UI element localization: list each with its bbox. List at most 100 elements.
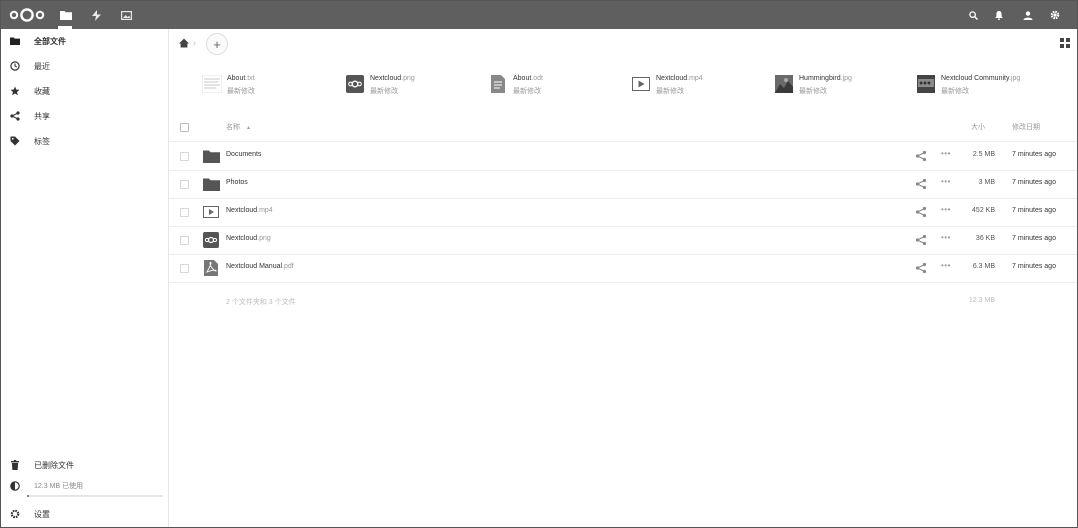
quota-progress-bar — [27, 495, 163, 497]
recent-file[interactable]: Nextcloud.png 最新修改 — [345, 73, 483, 97]
file-modified: 7 minutes ago — [1012, 235, 1056, 242]
text-file-thumbnail-icon — [202, 73, 222, 95]
row-checkbox[interactable] — [180, 236, 189, 245]
video-icon — [631, 73, 651, 95]
sidebar-item-label: 全部文件 — [34, 36, 66, 46]
clock-icon — [8, 59, 22, 73]
row-checkbox[interactable] — [180, 152, 189, 161]
contacts-icon[interactable] — [1020, 7, 1036, 23]
file-name: Nextcloud.mp4 — [226, 207, 273, 214]
hummingbird-photo-thumbnail-icon — [774, 73, 794, 95]
file-size: 2.5 MB — [972, 151, 995, 158]
recent-file-name: Hummingbird.jpg — [799, 75, 852, 82]
quota-label: 12.3 MB 已使用 — [34, 483, 84, 490]
search-icon[interactable] — [965, 7, 981, 23]
more-actions-icon[interactable]: ••• — [941, 149, 951, 158]
select-all-checkbox[interactable] — [180, 123, 189, 132]
recent-file-name: Nextcloud Community.jpg — [941, 75, 1021, 82]
trash-icon — [8, 458, 22, 472]
file-name: Photos — [226, 179, 248, 186]
row-checkbox[interactable] — [180, 264, 189, 273]
folder-icon — [202, 148, 220, 164]
recent-file[interactable]: Hummingbird.jpg 最新修改 — [774, 73, 912, 97]
recent-file-subtitle: 最新修改 — [513, 88, 541, 95]
settings-icon[interactable] — [1047, 7, 1063, 23]
breadcrumb-separator: › — [193, 38, 196, 48]
total-size: 12.3 MB — [968, 297, 995, 304]
files-content: › + About.txt 最新修改 Nextcloud.png 最新修改 Ab… — [169, 29, 1077, 527]
files-icon[interactable] — [58, 7, 74, 23]
file-name: Documents — [226, 151, 262, 158]
file-summary: 2 个文件夹和 3 个文件 — [226, 299, 296, 306]
recent-file-subtitle: 最新修改 — [656, 88, 684, 95]
recent-file-subtitle: 最新修改 — [941, 88, 969, 95]
file-size: 6.3 MB — [972, 263, 995, 270]
file-modified: 7 minutes ago — [1012, 179, 1056, 186]
share-icon[interactable] — [915, 234, 927, 246]
recent-file-subtitle: 最新修改 — [370, 88, 398, 95]
home-icon[interactable] — [178, 37, 190, 49]
file-name: Nextcloud Manual.pdf — [226, 263, 294, 270]
settings-label: 设置 — [34, 509, 50, 519]
recent-file[interactable]: About.odt 最新修改 — [488, 73, 626, 97]
row-checkbox[interactable] — [180, 180, 189, 189]
recent-file[interactable]: About.txt 最新修改 — [202, 73, 340, 97]
share-icon[interactable] — [915, 150, 927, 162]
recent-file-name: About.txt — [227, 75, 255, 82]
sidebar-item-shared[interactable]: 共享 — [1, 104, 168, 128]
column-name-header[interactable]: 名称 ▲ — [226, 122, 251, 132]
recent-file[interactable]: Nextcloud Community.jpg 最新修改 — [916, 73, 1076, 97]
more-actions-icon[interactable]: ••• — [941, 205, 951, 214]
more-actions-icon[interactable]: ••• — [941, 233, 951, 242]
sidebar-item-favorites[interactable]: 收藏 — [1, 79, 168, 103]
share-icon[interactable] — [915, 178, 927, 190]
quota-pie-icon — [8, 479, 22, 493]
row-checkbox[interactable] — [180, 208, 189, 217]
more-actions-icon[interactable]: ••• — [941, 261, 951, 270]
more-actions-icon[interactable]: ••• — [941, 177, 951, 186]
file-row[interactable]: Documents ••• 2.5 MB 7 minutes ago — [169, 142, 1077, 171]
sidebar-item-deleted-files[interactable]: 已删除文件 — [1, 453, 168, 477]
activity-icon[interactable] — [88, 7, 104, 23]
file-row[interactable]: Nextcloud.mp4 ••• 452 KB 7 minutes ago — [169, 198, 1077, 227]
file-row[interactable]: Nextcloud.png ••• 36 KB 7 minutes ago — [169, 226, 1077, 255]
sidebar-quota[interactable]: 12.3 MB 已使用 — [1, 475, 168, 497]
deleted-files-label: 已删除文件 — [34, 460, 74, 470]
recent-file-subtitle: 最新修改 — [799, 88, 827, 95]
video-icon — [202, 204, 220, 220]
file-row[interactable]: Photos ••• 3 MB 7 minutes ago — [169, 170, 1077, 199]
nextcloud-image-thumbnail-icon — [345, 73, 365, 95]
quota-progress-fill — [27, 495, 29, 497]
sidebar-item-settings[interactable]: 设置 — [1, 502, 168, 526]
file-name: Nextcloud.png — [226, 235, 271, 242]
sidebar-item-recent[interactable]: 最近 — [1, 54, 168, 78]
file-size: 36 KB — [975, 235, 995, 242]
sidebar-item-tags[interactable]: 标签 — [1, 129, 168, 153]
column-modified-header[interactable]: 修改日期 — [1012, 122, 1040, 132]
pdf-icon — [202, 260, 220, 276]
community-photo-thumbnail-icon — [916, 73, 936, 95]
recent-file-name: Nextcloud.png — [370, 75, 415, 82]
nextcloud-logo-icon[interactable] — [9, 7, 45, 23]
grid-view-icon[interactable] — [1060, 38, 1070, 48]
file-row[interactable]: Nextcloud Manual.pdf ••• 6.3 MB 7 minute… — [169, 254, 1077, 283]
file-size: 452 KB — [972, 207, 995, 214]
recent-file-name: About.odt — [513, 75, 543, 82]
app-window: 全部文件 最近 收藏 共享 标签 已删除文件 12.3 MB 已使用 设置 › … — [0, 0, 1078, 528]
share-icon[interactable] — [915, 206, 927, 218]
gallery-icon[interactable] — [118, 7, 134, 23]
top-header — [1, 1, 1077, 29]
recent-file-subtitle: 最新修改 — [227, 88, 255, 95]
column-size-header[interactable]: 大小 — [959, 122, 985, 132]
folder-icon — [8, 34, 22, 48]
share-icon[interactable] — [915, 262, 927, 274]
tag-icon — [8, 134, 22, 148]
notifications-icon[interactable] — [991, 7, 1007, 23]
sidebar-item-label: 标签 — [34, 136, 50, 146]
add-new-button[interactable]: + — [206, 33, 228, 55]
sidebar-item-all-files[interactable]: 全部文件 — [1, 29, 168, 53]
folder-icon — [202, 176, 220, 192]
nextcloud-image-icon — [202, 232, 220, 248]
file-modified: 7 minutes ago — [1012, 151, 1056, 158]
recent-file[interactable]: Nextcloud.mp4 最新修改 — [631, 73, 769, 97]
